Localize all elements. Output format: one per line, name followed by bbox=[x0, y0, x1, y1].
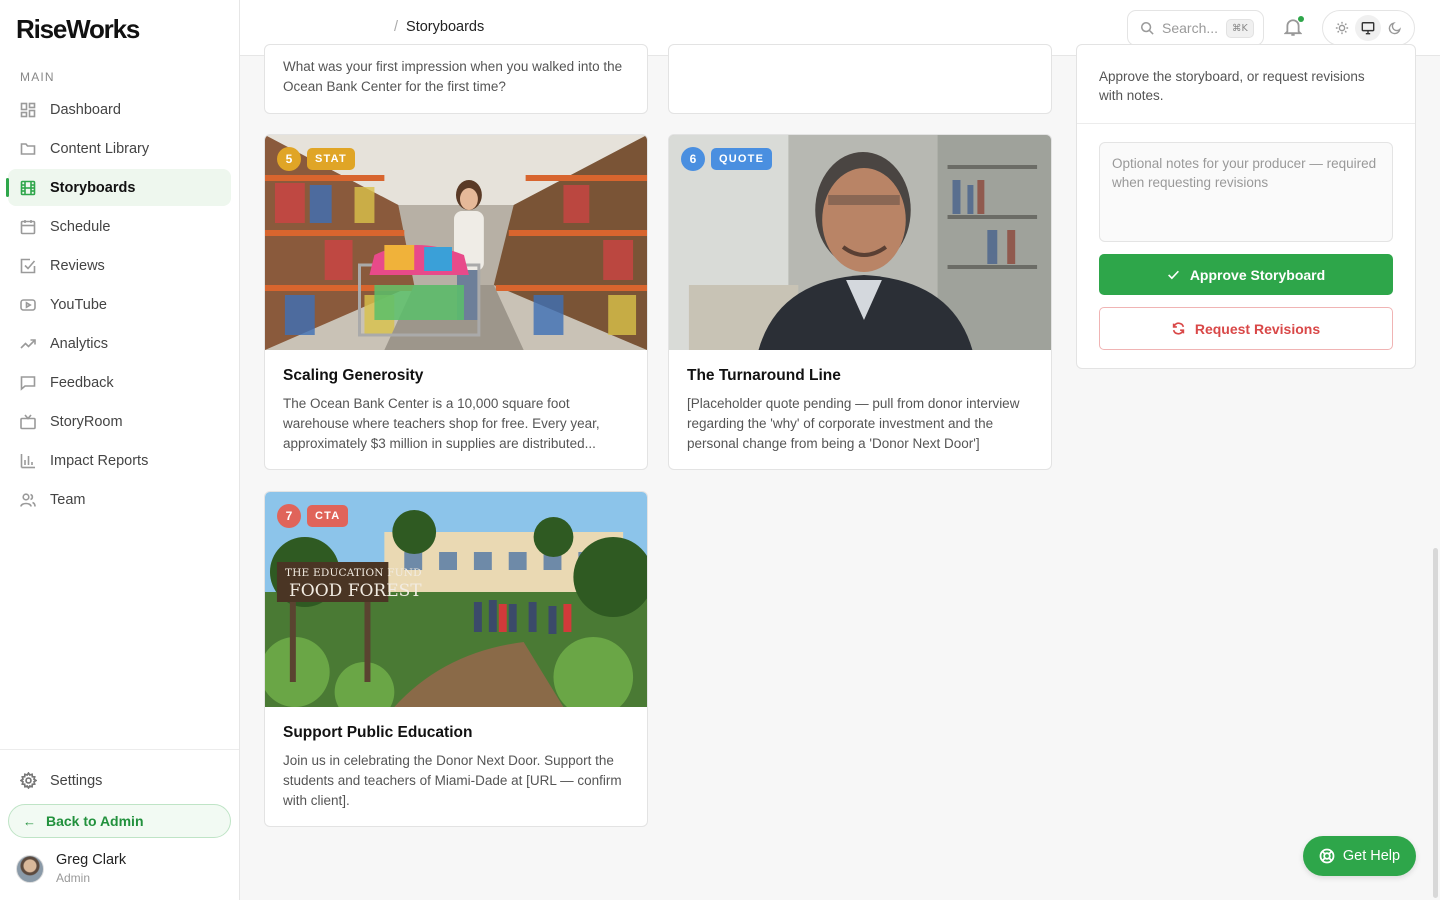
approve-label: Approve Storyboard bbox=[1189, 266, 1326, 283]
user-name: Greg Clark bbox=[56, 852, 127, 868]
sidebar-item-label: Team bbox=[50, 491, 86, 508]
card-text: [Placeholder quote pending — pull from d… bbox=[687, 396, 1020, 451]
tv-icon bbox=[20, 413, 36, 430]
page-scrollbar[interactable] bbox=[1433, 548, 1438, 898]
sidebar-item-content-library[interactable]: Content Library bbox=[8, 130, 231, 167]
breadcrumb-separator: / bbox=[394, 19, 399, 35]
notification-dot bbox=[1298, 16, 1304, 22]
main-nav: Dashboard Content Library Storyboards Sc… bbox=[6, 91, 231, 520]
message-icon bbox=[20, 375, 36, 391]
image-sign-line-1: THE EDUCATION FUND bbox=[285, 567, 422, 579]
sidebar-item-label: Dashboard bbox=[50, 101, 121, 118]
folder-icon bbox=[20, 141, 36, 157]
search-box[interactable]: Search... ⌘K bbox=[1127, 10, 1264, 46]
bar-chart-icon bbox=[20, 453, 36, 469]
theme-light-button[interactable] bbox=[1329, 15, 1355, 41]
sidebar-item-storyboards[interactable]: Storyboards bbox=[6, 169, 231, 206]
sidebar-item-label: Schedule bbox=[50, 218, 111, 235]
sidebar-item-schedule[interactable]: Schedule bbox=[8, 208, 231, 245]
sidebar-item-label: Impact Reports bbox=[50, 452, 149, 469]
image-sign-line-2: FOOD FOREST bbox=[289, 581, 422, 601]
moon-icon bbox=[1388, 22, 1401, 35]
avatar bbox=[16, 854, 44, 883]
get-help-label: Get Help bbox=[1342, 848, 1401, 864]
breadcrumb: / Storyboards bbox=[394, 19, 484, 35]
arrow-left-icon: ← bbox=[23, 813, 36, 829]
sidebar-item-team[interactable]: Team bbox=[8, 481, 231, 518]
storyboard-card-partial[interactable]: What was your first impression when you … bbox=[264, 44, 648, 114]
card-title: Scaling Generosity bbox=[283, 367, 424, 384]
back-to-admin-button[interactable]: ← Back to Admin bbox=[8, 804, 231, 838]
refresh-icon bbox=[1172, 322, 1185, 335]
panel-divider bbox=[1077, 123, 1415, 124]
grid-icon bbox=[20, 102, 36, 118]
gear-icon bbox=[20, 772, 37, 789]
nav-section-label: MAIN bbox=[20, 70, 55, 84]
film-icon bbox=[20, 180, 36, 196]
sidebar-item-analytics[interactable]: Analytics bbox=[8, 325, 231, 362]
sidebar-item-label: YouTube bbox=[50, 296, 107, 313]
notifications-button[interactable] bbox=[1283, 16, 1304, 38]
check-icon bbox=[1167, 270, 1179, 280]
approval-panel: Approve the storyboard, or request revis… bbox=[1076, 44, 1416, 369]
settings-link[interactable]: Settings bbox=[20, 772, 102, 789]
user-role: Admin bbox=[56, 871, 91, 885]
scene-type-badge: STAT bbox=[307, 148, 355, 170]
scene-number-badge: 7 bbox=[277, 504, 301, 528]
app-logo[interactable]: RiseWorks bbox=[16, 14, 140, 45]
youtube-icon bbox=[20, 297, 36, 313]
sidebar-item-label: Storyboards bbox=[50, 179, 136, 196]
card-title: The Turnaround Line bbox=[687, 367, 841, 384]
scene-number-badge: 6 bbox=[681, 147, 705, 171]
sidebar-item-label: Reviews bbox=[50, 257, 105, 274]
search-shortcut: ⌘K bbox=[1226, 18, 1254, 38]
sidebar-item-label: Feedback bbox=[50, 374, 114, 391]
breadcrumb-current: Storyboards bbox=[406, 19, 485, 35]
sidebar-item-label: Analytics bbox=[50, 335, 109, 352]
calendar-icon bbox=[20, 219, 36, 235]
sidebar-item-feedback[interactable]: Feedback bbox=[8, 364, 231, 401]
users-icon bbox=[20, 492, 36, 508]
sidebar-item-impact-reports[interactable]: Impact Reports bbox=[8, 442, 231, 479]
card-text: Join us in celebrating the Donor Next Do… bbox=[283, 753, 622, 808]
monitor-icon bbox=[1362, 22, 1375, 35]
approval-description: Approve the storyboard, or request revis… bbox=[1099, 69, 1365, 103]
storyboard-card[interactable]: THE EDUCATION FUND FOOD FOREST 7 CTA Sup… bbox=[264, 491, 648, 827]
approve-storyboard-button[interactable]: Approve Storyboard bbox=[1099, 254, 1393, 295]
settings-label: Settings bbox=[50, 772, 103, 789]
storyboard-card[interactable]: 5 STAT Scaling Generosity The Ocean Bank… bbox=[264, 134, 648, 470]
search-placeholder: Search... bbox=[1162, 20, 1219, 36]
sun-icon bbox=[1336, 21, 1349, 35]
request-revisions-button[interactable]: Request Revisions bbox=[1099, 307, 1393, 350]
producer-notes-input[interactable] bbox=[1099, 142, 1393, 242]
sidebar-item-reviews[interactable]: Reviews bbox=[8, 247, 231, 284]
scene-type-badge: QUOTE bbox=[711, 148, 773, 170]
sidebar-item-dashboard[interactable]: Dashboard bbox=[8, 91, 231, 128]
card-title: Support Public Education bbox=[283, 724, 473, 741]
card-text: What was your first impression when you … bbox=[283, 59, 623, 94]
theme-dark-button[interactable] bbox=[1382, 15, 1408, 41]
scene-number-badge: 5 bbox=[277, 147, 301, 171]
storyboard-card[interactable]: 6 QUOTE The Turnaround Line [Placeholder… bbox=[668, 134, 1052, 470]
sidebar: RiseWorks MAIN Dashboard Content Library… bbox=[0, 0, 240, 900]
storyboard-card-partial[interactable] bbox=[668, 44, 1052, 114]
sidebar-item-youtube[interactable]: YouTube bbox=[8, 286, 231, 323]
back-to-admin-label: Back to Admin bbox=[46, 813, 144, 829]
check-square-icon bbox=[20, 258, 36, 274]
scene-type-badge: CTA bbox=[307, 505, 349, 527]
get-help-button[interactable]: Get Help bbox=[1303, 836, 1416, 876]
theme-system-button[interactable] bbox=[1355, 15, 1382, 41]
sidebar-item-label: Content Library bbox=[50, 140, 150, 157]
card-text: The Ocean Bank Center is a 10,000 square… bbox=[283, 396, 600, 451]
search-icon bbox=[1140, 21, 1154, 35]
lifebuoy-icon bbox=[1319, 848, 1335, 864]
revise-label: Request Revisions bbox=[1194, 320, 1321, 337]
trend-icon bbox=[20, 336, 36, 352]
theme-switcher bbox=[1322, 10, 1415, 46]
sidebar-item-storyroom[interactable]: StoryRoom bbox=[8, 403, 231, 440]
user-profile[interactable]: Greg Clark Admin bbox=[16, 852, 126, 885]
sidebar-footer: Settings ← Back to Admin Greg Clark Admi… bbox=[0, 749, 239, 900]
sidebar-item-label: StoryRoom bbox=[50, 413, 123, 430]
